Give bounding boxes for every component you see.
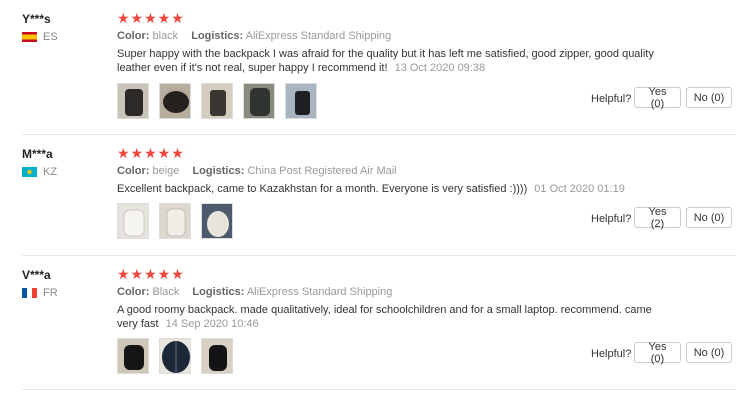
reviewer-country: FR: [22, 287, 58, 299]
logistics-label: Logistics:: [192, 286, 245, 298]
logistics-label: Logistics:: [192, 165, 245, 177]
color-value: black: [152, 30, 179, 42]
fr-flag-icon: [22, 288, 37, 298]
star-rating: ★★★★★: [117, 145, 185, 161]
logistics-value: AliExpress Standard Shipping: [245, 30, 392, 42]
country-code: ES: [43, 31, 58, 43]
reviewer-name: V***a: [22, 268, 51, 282]
review-body: Excellent backpack, came to Kazakhstan f…: [117, 183, 528, 195]
review-photo[interactable]: [159, 83, 191, 119]
star-rating: ★★★★★: [117, 266, 185, 282]
reviewer-name: Y***s: [22, 12, 51, 26]
review-photo[interactable]: [117, 203, 149, 239]
country-code: FR: [43, 287, 58, 299]
country-code: KZ: [43, 166, 58, 178]
es-flag-icon: [22, 32, 37, 42]
review-photo[interactable]: [201, 83, 233, 119]
review-text: Excellent backpack, came to Kazakhstan f…: [117, 182, 662, 196]
review-photo[interactable]: [243, 83, 275, 119]
reviewer-name: M***a: [22, 147, 53, 161]
helpful-label: Helpful?: [591, 93, 632, 105]
helpful-yes-button[interactable]: Yes (0): [634, 341, 681, 365]
review-date: 14 Sep 2020 10:46: [165, 318, 259, 330]
review-meta: Color: Black Logistics: AliExpress Stand…: [117, 286, 392, 298]
review-photo[interactable]: [201, 203, 233, 239]
reviewer-country: ES: [22, 31, 58, 43]
review-date: 13 Oct 2020 09:38: [394, 62, 486, 74]
helpful-label: Helpful?: [591, 213, 632, 225]
color-label: Color:: [117, 286, 150, 298]
review-divider: [22, 134, 736, 135]
helpful-no-button[interactable]: No (0): [686, 87, 732, 108]
reviewer-country: KZ: [22, 166, 57, 178]
review-photo[interactable]: [117, 338, 149, 374]
kz-flag-icon: [22, 167, 37, 177]
helpful-yes-button[interactable]: Yes (0): [634, 86, 681, 110]
helpful-yes-button[interactable]: Yes (2): [634, 206, 681, 230]
review-divider: [22, 389, 736, 390]
color-value: Black: [152, 286, 180, 298]
color-value: beige: [152, 165, 180, 177]
helpful-no-button[interactable]: No (0): [686, 342, 732, 363]
helpful-no-button[interactable]: No (0): [686, 207, 732, 228]
review-photo[interactable]: [117, 83, 149, 119]
review-photos: [117, 203, 243, 239]
review-meta: Color: black Logistics: AliExpress Stand…: [117, 30, 391, 42]
review-meta: Color: beige Logistics: China Post Regis…: [117, 165, 397, 177]
logistics-label: Logistics:: [191, 30, 244, 42]
logistics-value: AliExpress Standard Shipping: [246, 286, 393, 298]
review-photo[interactable]: [159, 203, 191, 239]
helpful-label: Helpful?: [591, 348, 632, 360]
review-text: Super happy with the backpack I was afra…: [117, 47, 662, 75]
review-photo[interactable]: [201, 338, 233, 374]
color-label: Color:: [117, 165, 150, 177]
color-label: Color:: [117, 30, 150, 42]
review-photo[interactable]: [285, 83, 317, 119]
review-photo[interactable]: [159, 338, 191, 374]
star-rating: ★★★★★: [117, 10, 185, 26]
review-body: Super happy with the backpack I was afra…: [117, 48, 654, 74]
review-divider: [22, 255, 736, 256]
review-photos: [117, 83, 327, 119]
review-date: 01 Oct 2020 01:19: [534, 183, 625, 195]
review-photos: [117, 338, 243, 374]
logistics-value: China Post Registered Air Mail: [247, 165, 397, 177]
review-text: A good roomy backpack. made qualitativel…: [117, 303, 662, 331]
